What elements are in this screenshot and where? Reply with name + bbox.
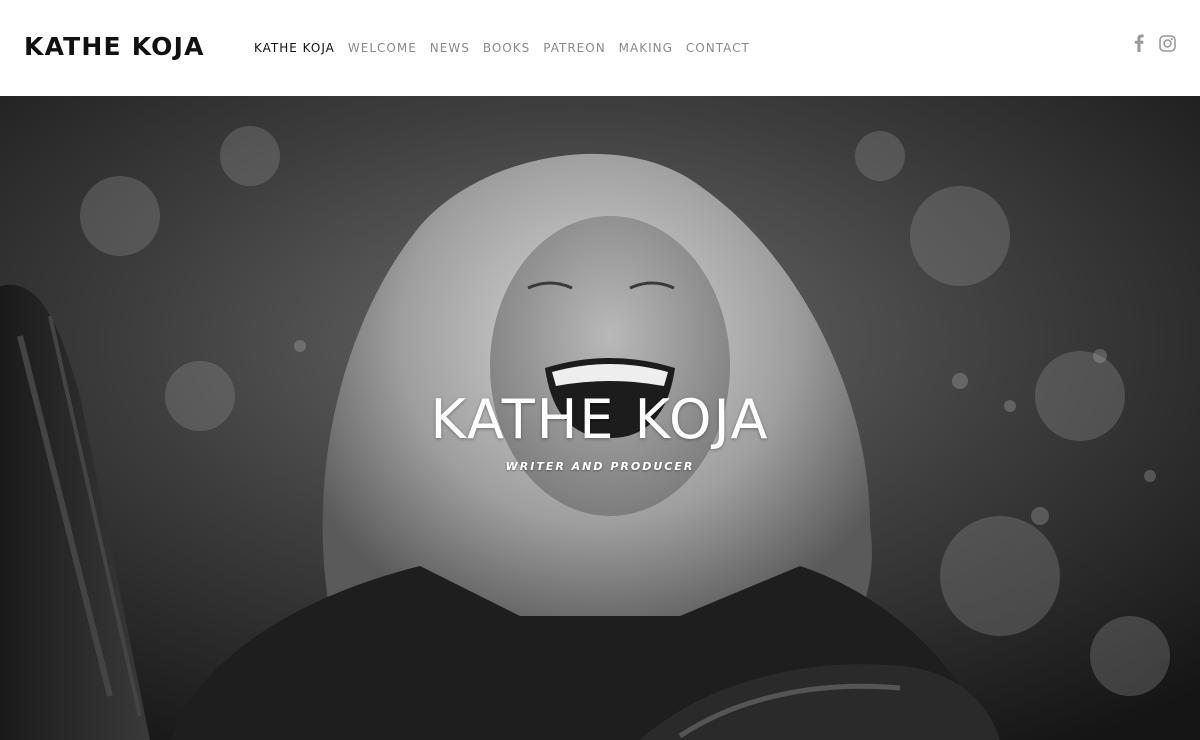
nav-item-news[interactable]: NEWS [430, 40, 470, 56]
social-links [1130, 34, 1176, 52]
main-nav: KATHE KOJA WELCOME NEWS BOOKS PATREON MA… [254, 40, 763, 56]
site-header: KATHE KOJA KATHE KOJA WELCOME NEWS BOOKS… [0, 0, 1200, 96]
nav-item-making[interactable]: MAKING [619, 40, 673, 56]
nav-item-patreon[interactable]: PATREON [543, 40, 605, 56]
nav-item-books[interactable]: BOOKS [483, 40, 530, 56]
nav-item-contact[interactable]: CONTACT [686, 40, 750, 56]
facebook-icon[interactable] [1130, 34, 1148, 52]
site-logo[interactable]: KATHE KOJA [24, 32, 205, 62]
instagram-icon[interactable] [1158, 34, 1176, 52]
nav-item-welcome[interactable]: WELCOME [348, 40, 417, 56]
nav-item-kathe-koja[interactable]: KATHE KOJA [254, 40, 335, 56]
hero-subtitle: WRITER AND PRODUCER [505, 460, 695, 473]
hero-title: KATHE KOJA [430, 388, 770, 451]
hero-banner: KATHE KOJA WRITER AND PRODUCER [0, 96, 1200, 740]
